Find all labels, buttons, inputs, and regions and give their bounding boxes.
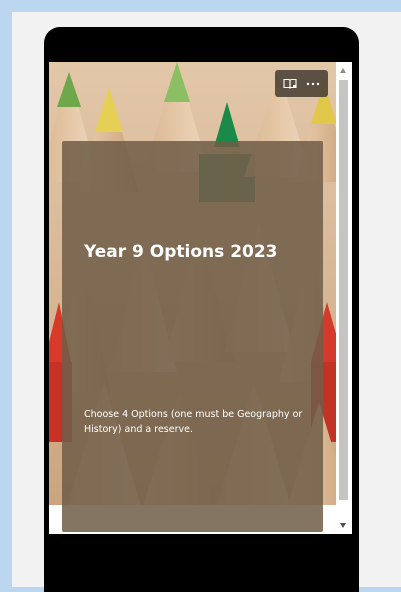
scroll-down-arrow-icon[interactable] [340, 523, 346, 528]
form-title: Year 9 Options 2023 [84, 242, 278, 262]
form-description: Choose 4 Options (one must be Geography … [84, 409, 303, 435]
form-toolbar [275, 70, 328, 97]
mobile-screen: Year 9 Options 2023 Choose 4 Options (on… [49, 62, 352, 534]
mobile-preview-frame: Year 9 Options 2023 Choose 4 Options (on… [44, 27, 359, 592]
immersive-reader-button[interactable] [280, 74, 300, 94]
immersive-reader-icon [283, 78, 297, 89]
scrollbar-thumb[interactable] [339, 80, 348, 500]
more-options-button[interactable] [303, 74, 323, 94]
scroll-up-arrow-icon[interactable] [340, 68, 346, 73]
form-header-card: Year 9 Options 2023 Choose 4 Options (on… [62, 141, 323, 532]
vertical-scrollbar[interactable] [336, 62, 352, 534]
more-options-icon [307, 82, 320, 85]
